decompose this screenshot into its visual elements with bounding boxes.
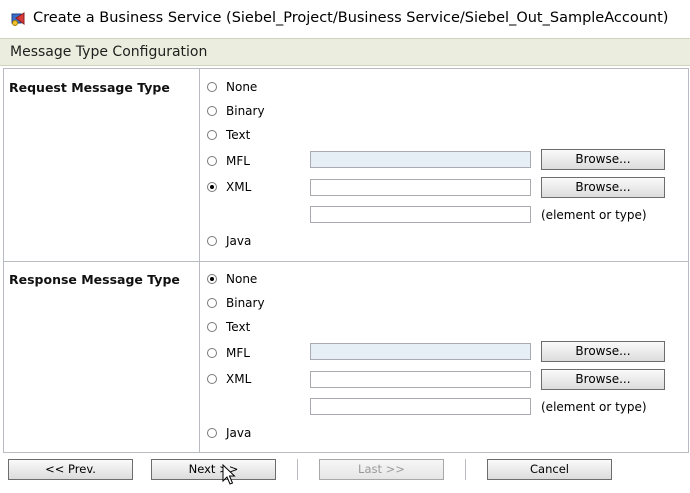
response-text-option[interactable]: Text [207,319,250,335]
request-xml-field[interactable] [310,179,531,196]
row-divider [3,261,689,262]
response-message-type-label: Response Message Type [9,272,180,287]
section-header: Message Type Configuration [0,38,690,66]
request-mfl-option[interactable]: MFL [207,153,250,169]
response-binary-label: Binary [226,296,265,310]
prev-button[interactable]: << Prev. [8,459,133,480]
response-xml-browse-button[interactable]: Browse... [541,369,665,390]
request-message-type-label: Request Message Type [9,80,170,95]
request-element-hint: (element or type) [541,208,647,222]
last-button: Last >> [319,459,444,480]
response-binary-radio[interactable] [207,298,217,308]
request-java-label: Java [226,234,252,248]
request-xml-label: XML [226,180,252,194]
response-none-radio[interactable] [207,274,217,284]
request-binary-radio[interactable] [207,106,217,116]
request-text-radio[interactable] [207,130,217,140]
response-xml-option[interactable]: XML [207,371,251,387]
response-text-label: Text [226,320,251,334]
response-mfl-field[interactable] [310,343,531,360]
response-binary-option[interactable]: Binary [207,295,265,311]
response-java-option[interactable]: Java [207,425,251,441]
next-button[interactable]: Next >> [151,459,276,480]
response-mfl-option[interactable]: MFL [207,345,250,361]
request-text-label: Text [226,128,251,142]
response-none-option[interactable]: None [207,271,257,287]
request-binary-option[interactable]: Binary [207,103,265,119]
response-xml-field[interactable] [310,371,531,388]
request-xml-option[interactable]: XML [207,179,251,195]
business-service-icon [11,12,25,26]
request-none-option[interactable]: None [207,79,257,95]
request-text-option[interactable]: Text [207,127,250,143]
request-none-radio[interactable] [207,82,217,92]
title-bar: Create a Business Service (Siebel_Projec… [0,0,690,38]
request-binary-label: Binary [226,104,265,118]
request-mfl-browse-button[interactable]: Browse... [541,149,665,170]
request-mfl-radio[interactable] [207,156,217,166]
request-mfl-field[interactable] [310,151,531,168]
response-mfl-browse-button[interactable]: Browse... [541,341,665,362]
request-java-radio[interactable] [207,236,217,246]
section-title: Message Type Configuration [10,44,208,60]
button-separator [297,459,298,480]
response-java-label: Java [226,426,252,440]
button-separator [465,459,466,480]
response-xml-radio[interactable] [207,374,217,384]
response-element-hint: (element or type) [541,400,647,414]
request-mfl-label: MFL [226,154,250,168]
request-none-label: None [226,80,258,94]
response-none-label: None [226,272,258,286]
page-title: Create a Business Service (Siebel_Projec… [33,10,669,26]
response-xml-label: XML [226,372,252,386]
request-xml-radio[interactable] [207,182,217,192]
request-java-option[interactable]: Java [207,233,251,249]
response-element-field[interactable] [310,398,531,415]
request-xml-browse-button[interactable]: Browse... [541,177,665,198]
response-text-radio[interactable] [207,322,217,332]
cancel-button[interactable]: Cancel [487,459,612,480]
response-mfl-label: MFL [226,346,250,360]
response-java-radio[interactable] [207,428,217,438]
mouse-cursor-icon [222,464,236,485]
response-mfl-radio[interactable] [207,348,217,358]
request-element-field[interactable] [310,206,531,223]
